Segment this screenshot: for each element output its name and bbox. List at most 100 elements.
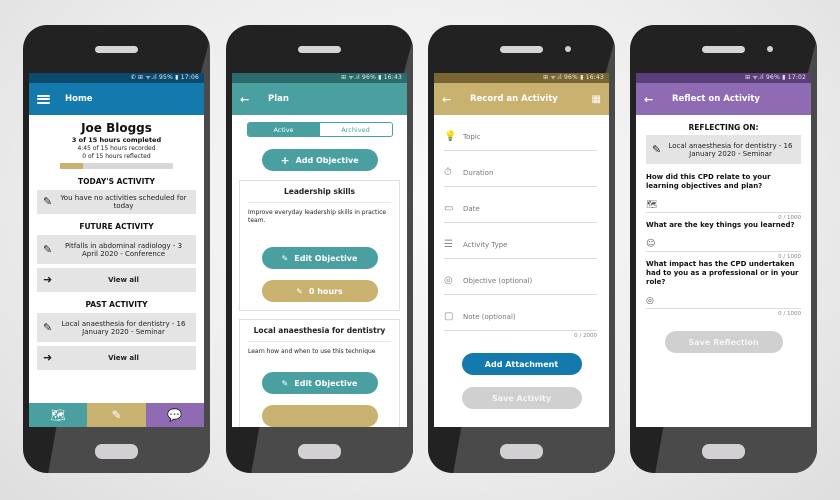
save-activity-button[interactable]: Save Activity [461,387,582,409]
nav-plan-button[interactable]: 🗺 [29,403,88,427]
date-placeholder: Date [463,204,480,213]
plus-icon: + [280,153,290,167]
answer-field[interactable]: ◎ [646,293,801,309]
home-button[interactable] [298,444,341,459]
back-arrow-icon[interactable]: ← [240,93,260,106]
page-title: Reflect on Activity [672,94,760,104]
save-reflection-button[interactable]: Save Reflection [664,331,783,353]
reflect-screen: ⊞ ᯤ.ıl 96% ▮ 17:02 ← Reflect on Activity… [636,73,811,427]
duration-field[interactable]: ⏱ Duration [444,151,597,187]
calendar-icon: ▭ [444,203,454,214]
app-bar: Home [29,83,204,115]
phone-reflect: ⊞ ᯤ.ıl 96% ▮ 17:02 ← Reflect on Activity… [630,25,817,473]
battery-icon: ▮ [782,74,786,81]
status-icons: ⊞ ᯤ.ıl [543,74,562,81]
status-bar: ⊞ ᯤ.ıl 96% ▮ 17:02 [636,73,811,83]
future-activity-item[interactable]: ✎ Pitfalls in abdominal radiology - 3 Ap… [37,235,196,264]
stopwatch-icon: ⏱ [444,167,452,178]
battery-icon: ▮ [580,74,584,81]
phone-camera [767,46,773,52]
qr-code-icon[interactable]: ▦ [592,94,601,105]
status-time: 16:43 [585,74,604,81]
answer-field[interactable]: ☺ [646,236,801,252]
target-icon: ◎ [444,275,453,286]
head-icon: ☺ [646,238,656,249]
question-text: How did this CPD relate to your learning… [646,173,771,190]
question-text: What impact has the CPD undertaken had t… [646,260,799,286]
objective-card: Local anaesthesia for dentistry Learn ho… [239,319,400,427]
hours-recorded: 4:45 of 15 hours recorded [77,145,156,152]
record-screen: ⊞ ᯤ.ıl 96% ▮ 16:43 ← Record an Activity … [434,73,609,427]
tab-active[interactable]: Active [247,123,320,136]
hours-progress-bar [60,163,173,169]
today-activity-text: You have no activities scheduled for tod… [60,194,187,210]
today-activity-item[interactable]: ✎ You have no activities scheduled for t… [37,190,196,214]
date-field[interactable]: ▭ Date [444,187,597,223]
answer-field[interactable]: 🗺 [646,197,801,213]
phone-plan: ⊞ ᯤ.ıl 96% ▮ 16:43 ← Plan Active Archive… [226,25,413,473]
back-arrow-icon[interactable]: ← [644,93,664,106]
back-arrow-icon[interactable]: ← [442,93,462,106]
arrow-circle-icon: ➜ [43,273,53,286]
pencil-icon: ✎ [652,142,662,156]
add-objective-button[interactable]: + Add Objective [261,149,378,171]
status-icons: ⊞ ᯤ.ıl [341,74,360,81]
phone-home: ✆ ⊞ ᯤ.ıl 95% ▮ 17:06 Home Joe Bloggs 3 o… [23,25,210,473]
hours-button[interactable]: ✎ 0 hours [261,280,378,302]
battery-level: 96% [362,74,376,81]
status-bar: ✆ ⊞ ᯤ.ıl 95% ▮ 17:06 [29,73,204,83]
chat-icon: 💬 [167,408,183,422]
hours-button[interactable] [261,405,378,427]
status-icons: ⊞ ᯤ.ıl [745,74,764,81]
reflecting-item-text: Local anaesthesia for dentistry - 16 Jan… [668,141,793,158]
note-field[interactable]: ▢ Note (optional) [444,295,597,331]
page-title: Plan [268,94,289,104]
battery-level: 95% [159,74,173,81]
phone-speaker [298,46,341,53]
app-bar: ← Reflect on Activity [636,83,811,115]
view-all-label: View all [108,354,139,362]
map-icon: 🗺 [646,199,658,210]
app-bar: ← Record an Activity ▦ [434,83,609,115]
view-all-label: View all [108,276,139,284]
topic-placeholder: Topic [463,132,481,141]
past-activity-item[interactable]: ✎ Local anaesthesia for dentistry - 16 J… [37,313,196,342]
tab-archived[interactable]: Archived [319,123,392,136]
add-attachment-button[interactable]: Add Attachment [461,353,582,375]
future-view-all-button[interactable]: ➜ View all [37,268,196,292]
activity-type-field[interactable]: ☰ Activity Type [444,223,597,259]
reflecting-heading: REFLECTING ON: [688,123,759,132]
question-text: What are the key things you learned? [646,221,795,229]
home-button[interactable] [95,444,138,459]
edit-objective-button[interactable]: ✎ Edit Objective [261,372,378,394]
target-icon: ◎ [646,295,654,306]
edit-objective-button[interactable]: ✎ Edit Objective [261,247,378,269]
menu-icon[interactable] [37,94,57,104]
objective-title: Leadership skills [248,187,391,203]
home-button[interactable] [500,444,543,459]
pencil-icon: ✎ [43,242,53,256]
edit-icon: ✎ [281,253,289,263]
past-view-all-button[interactable]: ➜ View all [37,346,196,370]
objective-field[interactable]: ◎ Objective (optional) [444,259,597,295]
hours-reflected: 0 of 15 hours reflected [82,153,151,160]
battery-level: 96% [564,74,578,81]
note-placeholder: Note (optional) [463,312,516,321]
objective-description: Improve everyday leadership skills in pr… [248,209,387,224]
objective-description: Learn how and when to use this technique [248,348,376,355]
past-heading: PAST ACTIVITY [85,300,148,309]
progress-fill [60,163,83,169]
home-button[interactable] [702,444,745,459]
hours-label: 0 hours [308,286,343,296]
nav-reflect-button[interactable]: 💬 [145,403,204,427]
list-icon: ☰ [444,239,453,250]
status-icons: ✆ ⊞ ᯤ.ıl [130,74,157,81]
status-bar: ⊞ ᯤ.ıl 96% ▮ 16:43 [232,73,407,83]
topic-field[interactable]: 💡 Topic [444,115,597,151]
edit-icon: ✎ [281,378,289,388]
status-time: 17:02 [787,74,806,81]
today-heading: TODAY'S ACTIVITY [78,177,155,186]
nav-record-button[interactable]: ✎ [87,403,146,427]
phone-speaker [95,46,138,53]
status-time: 16:43 [383,74,402,81]
